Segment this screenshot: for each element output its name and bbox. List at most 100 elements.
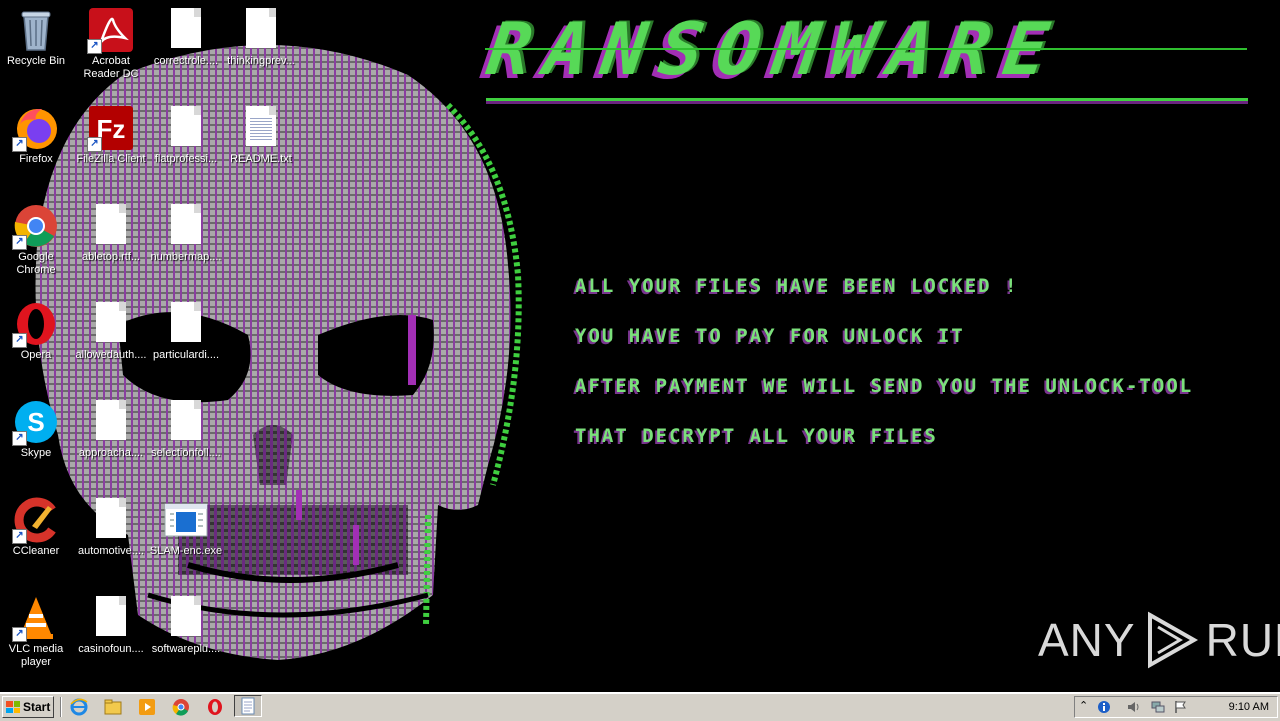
desktop-icon-label: CCleaner — [12, 545, 60, 557]
desktop-icon-label: Recycle Bin — [6, 55, 66, 67]
desktop-icon-file[interactable]: casinofoun.... — [74, 594, 148, 656]
desktop-icon-file[interactable]: abletop.rtf... — [74, 202, 148, 264]
desktop-icon-acrobat[interactable]: ↗ Acrobat Reader DC — [74, 6, 148, 81]
desktop-icon-chrome[interactable]: ↗ Google Chrome — [0, 202, 73, 277]
opera-icon: ↗ — [12, 300, 60, 348]
desktop-icon-label: softwareplu.... — [151, 643, 221, 655]
desktop[interactable]: RANSOMWARE ALL YOUR FILES HAVE BEEN LOCK… — [0, 0, 1280, 692]
windows-logo-icon — [6, 701, 20, 713]
desktop-icon-label: README.txt — [230, 153, 292, 165]
document-icon — [162, 300, 210, 348]
flag-icon[interactable] — [1173, 700, 1187, 714]
shortcut-arrow-icon: ↗ — [12, 137, 27, 152]
document-icon — [162, 202, 210, 250]
desktop-icon-ccleaner[interactable]: ↗ CCleaner — [0, 496, 73, 558]
media-player-icon[interactable] — [138, 698, 156, 716]
text-file-icon — [237, 104, 285, 152]
opera-taskbar-icon[interactable] — [206, 698, 224, 716]
desktop-icon-label: Acrobat Reader DC — [83, 55, 139, 80]
desktop-icon-file[interactable]: particulardi.... — [149, 300, 223, 362]
anyrun-watermark: ANY RUN — [1038, 610, 1280, 670]
document-icon — [237, 6, 285, 54]
ie-icon[interactable] — [70, 698, 88, 716]
desktop-icon-label: correctrole.... — [153, 55, 219, 67]
desktop-icon-file[interactable]: selectionfoll.... — [149, 398, 223, 460]
desktop-icon-label: selectionfoll.... — [151, 447, 221, 459]
desktop-icon-label: casinofoun.... — [78, 643, 144, 655]
desktop-icon-file[interactable]: automotive.... — [74, 496, 148, 558]
exe-icon — [162, 496, 210, 544]
desktop-icon-label: Google Chrome — [16, 251, 56, 276]
desktop-icon-file[interactable]: numbermap.... — [149, 202, 223, 264]
taskbar: Start ⌃ 9:10 AM — [0, 692, 1280, 721]
banner-divider-bottom — [486, 98, 1248, 101]
desktop-icon-firefox[interactable]: ↗ Firefox — [0, 104, 73, 166]
desktop-icon-label: automotive.... — [77, 545, 145, 557]
desktop-icon-label: FileZilla Client — [76, 153, 146, 165]
desktop-icon-file[interactable]: thinkingprev... — [224, 6, 298, 68]
system-tray: ⌃ 9:10 AM — [1074, 696, 1278, 718]
shortcut-arrow-icon: ↗ — [12, 333, 27, 348]
desktop-icon-file[interactable]: flatprofessi... — [149, 104, 223, 166]
desktop-icon-vlc[interactable]: ↗ VLC media player — [0, 594, 73, 669]
desktop-icon-recycle-bin[interactable]: Recycle Bin — [0, 6, 73, 68]
start-label: Start — [23, 700, 51, 714]
desktop-icon-label: Firefox — [19, 153, 53, 165]
info-icon[interactable] — [1097, 700, 1111, 714]
filezilla-icon: Fz ↗ — [87, 104, 135, 152]
clock[interactable]: 9:10 AM — [1229, 701, 1269, 713]
taskbar-separator — [60, 697, 62, 717]
shortcut-arrow-icon: ↗ — [12, 235, 27, 250]
desktop-icon-file[interactable]: allowedauth.... — [74, 300, 148, 362]
document-icon — [87, 496, 135, 544]
explorer-icon[interactable] — [104, 698, 122, 716]
desktop-icon-file[interactable]: softwareplu.... — [149, 594, 223, 656]
desktop-icon-file[interactable]: correctrole.... — [149, 6, 223, 68]
acrobat-icon: ↗ — [87, 6, 135, 54]
firefox-icon: ↗ — [12, 104, 60, 152]
start-button[interactable]: Start — [2, 696, 54, 718]
document-icon — [87, 398, 135, 446]
desktop-icon-slam-enc[interactable]: SLAM-enc.exe — [149, 496, 223, 558]
ransom-message-4: THAT DECRYPT ALL YOUR FILES — [575, 425, 938, 447]
play-logo-icon — [1147, 611, 1198, 669]
vlc-icon: ↗ — [12, 594, 60, 642]
desktop-icon-label: Opera — [20, 349, 52, 361]
shortcut-arrow-icon: ↗ — [12, 627, 27, 642]
desktop-icon-readme[interactable]: README.txt — [224, 104, 298, 166]
chrome-taskbar-icon[interactable] — [172, 698, 190, 716]
desktop-icon-label: SLAM-enc.exe — [149, 545, 223, 557]
shortcut-arrow-icon: ↗ — [12, 431, 27, 446]
shortcut-arrow-icon: ↗ — [87, 39, 102, 54]
desktop-icon-opera[interactable]: ↗ Opera — [0, 300, 73, 362]
desktop-icon-label: particulardi.... — [152, 349, 220, 361]
document-icon — [162, 6, 210, 54]
desktop-icon-label: abletop.rtf... — [81, 251, 141, 263]
network-icon[interactable] — [1151, 700, 1165, 714]
desktop-icon-label: allowedauth.... — [75, 349, 147, 361]
ccleaner-icon: ↗ — [12, 496, 60, 544]
notepad-taskbar-button[interactable] — [234, 695, 262, 717]
ransom-message-1: ALL YOUR FILES HAVE BEEN LOCKED ! — [575, 275, 1019, 297]
banner-divider-top — [485, 48, 1247, 50]
desktop-icon-skype[interactable]: S ↗ Skype — [0, 398, 73, 460]
document-icon — [162, 398, 210, 446]
recycle-bin-icon — [12, 6, 60, 54]
desktop-icon-filezilla[interactable]: Fz ↗ FileZilla Client — [74, 104, 148, 166]
volume-icon[interactable] — [1127, 700, 1141, 714]
desktop-icon-label: Skype — [20, 447, 52, 459]
document-icon — [87, 202, 135, 250]
desktop-icon-label: thinkingprev... — [227, 55, 295, 67]
svg-text:S: S — [27, 407, 44, 437]
document-icon — [162, 104, 210, 152]
notepad-icon — [241, 697, 255, 715]
desktop-icon-file[interactable]: approacha.... — [74, 398, 148, 460]
document-icon — [87, 300, 135, 348]
watermark-text-run: RUN — [1205, 614, 1280, 666]
document-icon — [162, 594, 210, 642]
skype-icon: S ↗ — [12, 398, 60, 446]
ransom-message-2: YOU HAVE TO PAY FOR UNLOCK IT — [575, 325, 965, 347]
desktop-icon-label: numbermap.... — [150, 251, 222, 263]
show-hidden-icon[interactable]: ⌃ — [1079, 699, 1093, 713]
document-icon — [87, 594, 135, 642]
